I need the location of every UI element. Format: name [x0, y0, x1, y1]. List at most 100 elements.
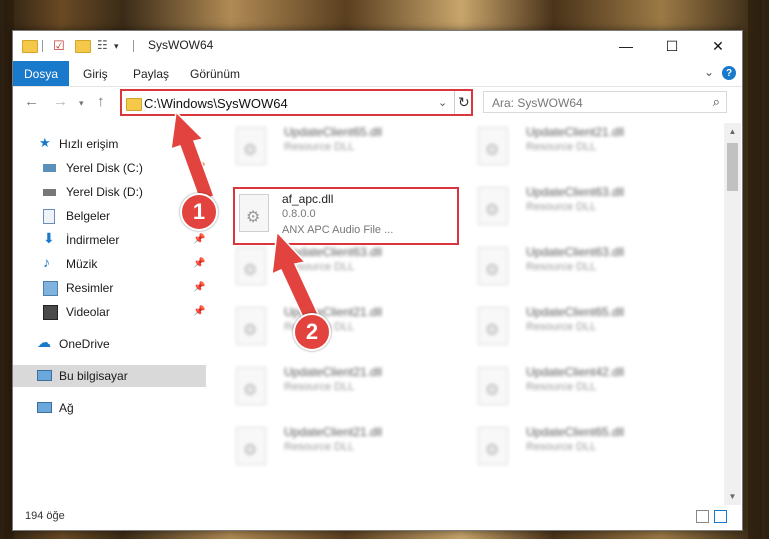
list-item[interactable]: UpdateClient65.dll Resource DLL [474, 423, 704, 475]
folder-icon [126, 98, 142, 111]
help-icon[interactable]: ? [722, 66, 736, 80]
download-icon: ⬇ [43, 230, 55, 246]
file-name: af_apc.dll [282, 192, 334, 206]
selected-file-af-apc[interactable]: af_apc.dll 0.8.0.0 ANX APC Audio File ..… [233, 187, 459, 245]
sidebar-item-local-disk-c[interactable]: Yerel Disk (C:) 📌 [13, 157, 206, 179]
documents-icon [43, 209, 55, 224]
list-item[interactable]: UpdateClient63.dll Resource DLL [474, 243, 704, 295]
dll-file-icon [236, 127, 266, 165]
list-item[interactable]: UpdateClient63.dll Resource DLL [232, 243, 462, 295]
dll-file-icon [478, 127, 508, 165]
dll-file-icon [239, 194, 269, 232]
back-icon[interactable]: ← [24, 93, 39, 110]
list-item[interactable]: UpdateClient21.dll Resource DLL [232, 303, 462, 355]
pin-icon[interactable]: 📌 [193, 234, 205, 245]
close-button[interactable]: ✕ [695, 31, 741, 61]
address-path: C:\Windows\SysWOW64 [144, 96, 288, 111]
drive-icon [43, 164, 56, 172]
cloud-icon: ☁ [37, 334, 51, 350]
sidebar-item-this-pc[interactable]: Bu bilgisayar [13, 365, 206, 387]
tab-file[interactable]: Dosya [13, 61, 69, 86]
file-version: 0.8.0.0 [282, 208, 316, 220]
search-placeholder: Ara: SysWOW64 [492, 96, 583, 110]
dll-file-icon [478, 307, 508, 345]
file-description: ANX APC Audio File ... [282, 224, 394, 236]
sidebar-item-downloads[interactable]: ⬇ İndirmeler 📌 [13, 229, 206, 251]
search-input[interactable]: Ara: SysWOW64 ⌕ [483, 91, 727, 113]
list-item[interactable]: UpdateClient21.dll Resource DLL [474, 123, 704, 175]
chevron-down-icon[interactable]: ⌄ [438, 96, 447, 109]
scroll-down-icon[interactable]: ▼ [724, 488, 741, 505]
maximize-button[interactable]: ☐ [649, 31, 695, 61]
network-icon [37, 402, 52, 413]
drive-icon [43, 189, 56, 196]
step-1-badge: 1 [180, 193, 218, 231]
new-folder-icon[interactable] [75, 40, 91, 53]
recent-chevron-icon[interactable]: ▾ [79, 98, 84, 109]
pin-icon[interactable]: 📌 [193, 162, 205, 173]
sidebar-item-quick-access[interactable]: ★ Hızlı erişim [13, 133, 206, 155]
tab-share[interactable]: Paylaş [133, 61, 169, 86]
file-list: UpdateClient65.dll Resource DLL UpdateCl… [228, 123, 723, 505]
list-item[interactable]: UpdateClient21.dll Resource DLL [232, 363, 462, 415]
video-icon [43, 305, 58, 320]
search-icon[interactable]: ⌕ [713, 94, 720, 110]
tab-view[interactable]: Görünüm [190, 61, 240, 86]
dll-file-icon [478, 187, 508, 225]
separator [133, 40, 134, 52]
tab-home[interactable]: Giriş [83, 61, 108, 86]
scroll-thumb[interactable] [727, 143, 738, 191]
chevron-down-icon[interactable]: ▾ [114, 41, 119, 57]
pin-icon[interactable]: 📌 [193, 258, 205, 269]
up-icon[interactable]: ↑ [97, 93, 105, 110]
window-title: SysWOW64 [148, 38, 214, 52]
list-item[interactable]: UpdateClient65.dll Resource DLL [474, 303, 704, 355]
dll-file-icon [478, 247, 508, 285]
music-icon: ♪ [43, 254, 50, 270]
explorer-window: ☑ ☷ ▾ SysWOW64 — ☐ ✕ Dosya Giriş Paylaş … [12, 30, 743, 531]
ribbon: Dosya Giriş Paylaş Görünüm ⌄ ? [13, 61, 742, 87]
title-bar: ☑ ☷ ▾ SysWOW64 — ☐ ✕ [13, 31, 742, 61]
dll-file-icon [236, 307, 266, 345]
scroll-up-icon[interactable]: ▲ [724, 123, 741, 140]
star-icon: ★ [39, 135, 51, 150]
status-bar: 194 öğe [13, 505, 742, 529]
dll-file-icon [236, 247, 266, 285]
address-bar[interactable]: C:\Windows\SysWOW64 ⌄ ↻ [120, 89, 473, 116]
sidebar-item-onedrive[interactable]: ☁ OneDrive [13, 333, 206, 355]
sidebar-item-network[interactable]: Ağ [13, 397, 206, 419]
vertical-scrollbar[interactable]: ▲ ▼ [724, 123, 741, 505]
dll-file-icon [478, 367, 508, 405]
list-item[interactable]: UpdateClient65.dll Resource DLL [232, 123, 462, 175]
properties-icon[interactable]: ☑ [53, 38, 65, 54]
details-view-icon[interactable] [696, 510, 709, 523]
navigation-pane: ★ Hızlı erişim Yerel Disk (C:) 📌 Yerel D… [13, 123, 206, 503]
sidebar-item-pictures[interactable]: Resimler 📌 [13, 277, 206, 299]
sidebar-item-documents[interactable]: Belgeler 📌 [13, 205, 206, 227]
list-item[interactable]: af_apc.dll 0.8.0.0 ANX APC Audio File ..… [235, 190, 465, 242]
item-count: 194 öğe [25, 510, 65, 522]
list-item[interactable]: UpdateClient21.dll Resource DLL [232, 423, 462, 475]
pin-icon[interactable]: 📌 [193, 306, 205, 317]
list-item[interactable]: UpdateClient42.dll Resource DLL [474, 363, 704, 415]
separator [454, 91, 455, 114]
sidebar-item-music[interactable]: ♪ Müzik 📌 [13, 253, 206, 275]
customize-icon[interactable]: ☷ [97, 38, 108, 54]
expand-ribbon-icon[interactable]: ⌄ [704, 65, 714, 79]
address-row: ← → ▾ ↑ C:\Windows\SysWOW64 ⌄ ↻ Ara: Sys… [13, 87, 742, 117]
dll-file-icon [236, 427, 266, 465]
sidebar-item-videos[interactable]: Videolar 📌 [13, 301, 206, 323]
pin-icon[interactable]: 📌 [193, 282, 205, 293]
pictures-icon [43, 281, 58, 296]
list-item[interactable]: UpdateClient63.dll Resource DLL [474, 183, 704, 235]
large-icons-view-icon[interactable] [714, 510, 727, 523]
forward-icon[interactable]: → [53, 93, 68, 110]
dll-file-icon [478, 427, 508, 465]
minimize-button[interactable]: — [603, 31, 649, 61]
separator [42, 40, 43, 52]
computer-icon [37, 370, 52, 381]
sidebar-item-local-disk-d[interactable]: Yerel Disk (D:) [13, 181, 206, 203]
refresh-icon[interactable]: ↻ [458, 94, 470, 111]
step-2-badge: 2 [293, 313, 331, 351]
folder-icon [22, 40, 38, 53]
